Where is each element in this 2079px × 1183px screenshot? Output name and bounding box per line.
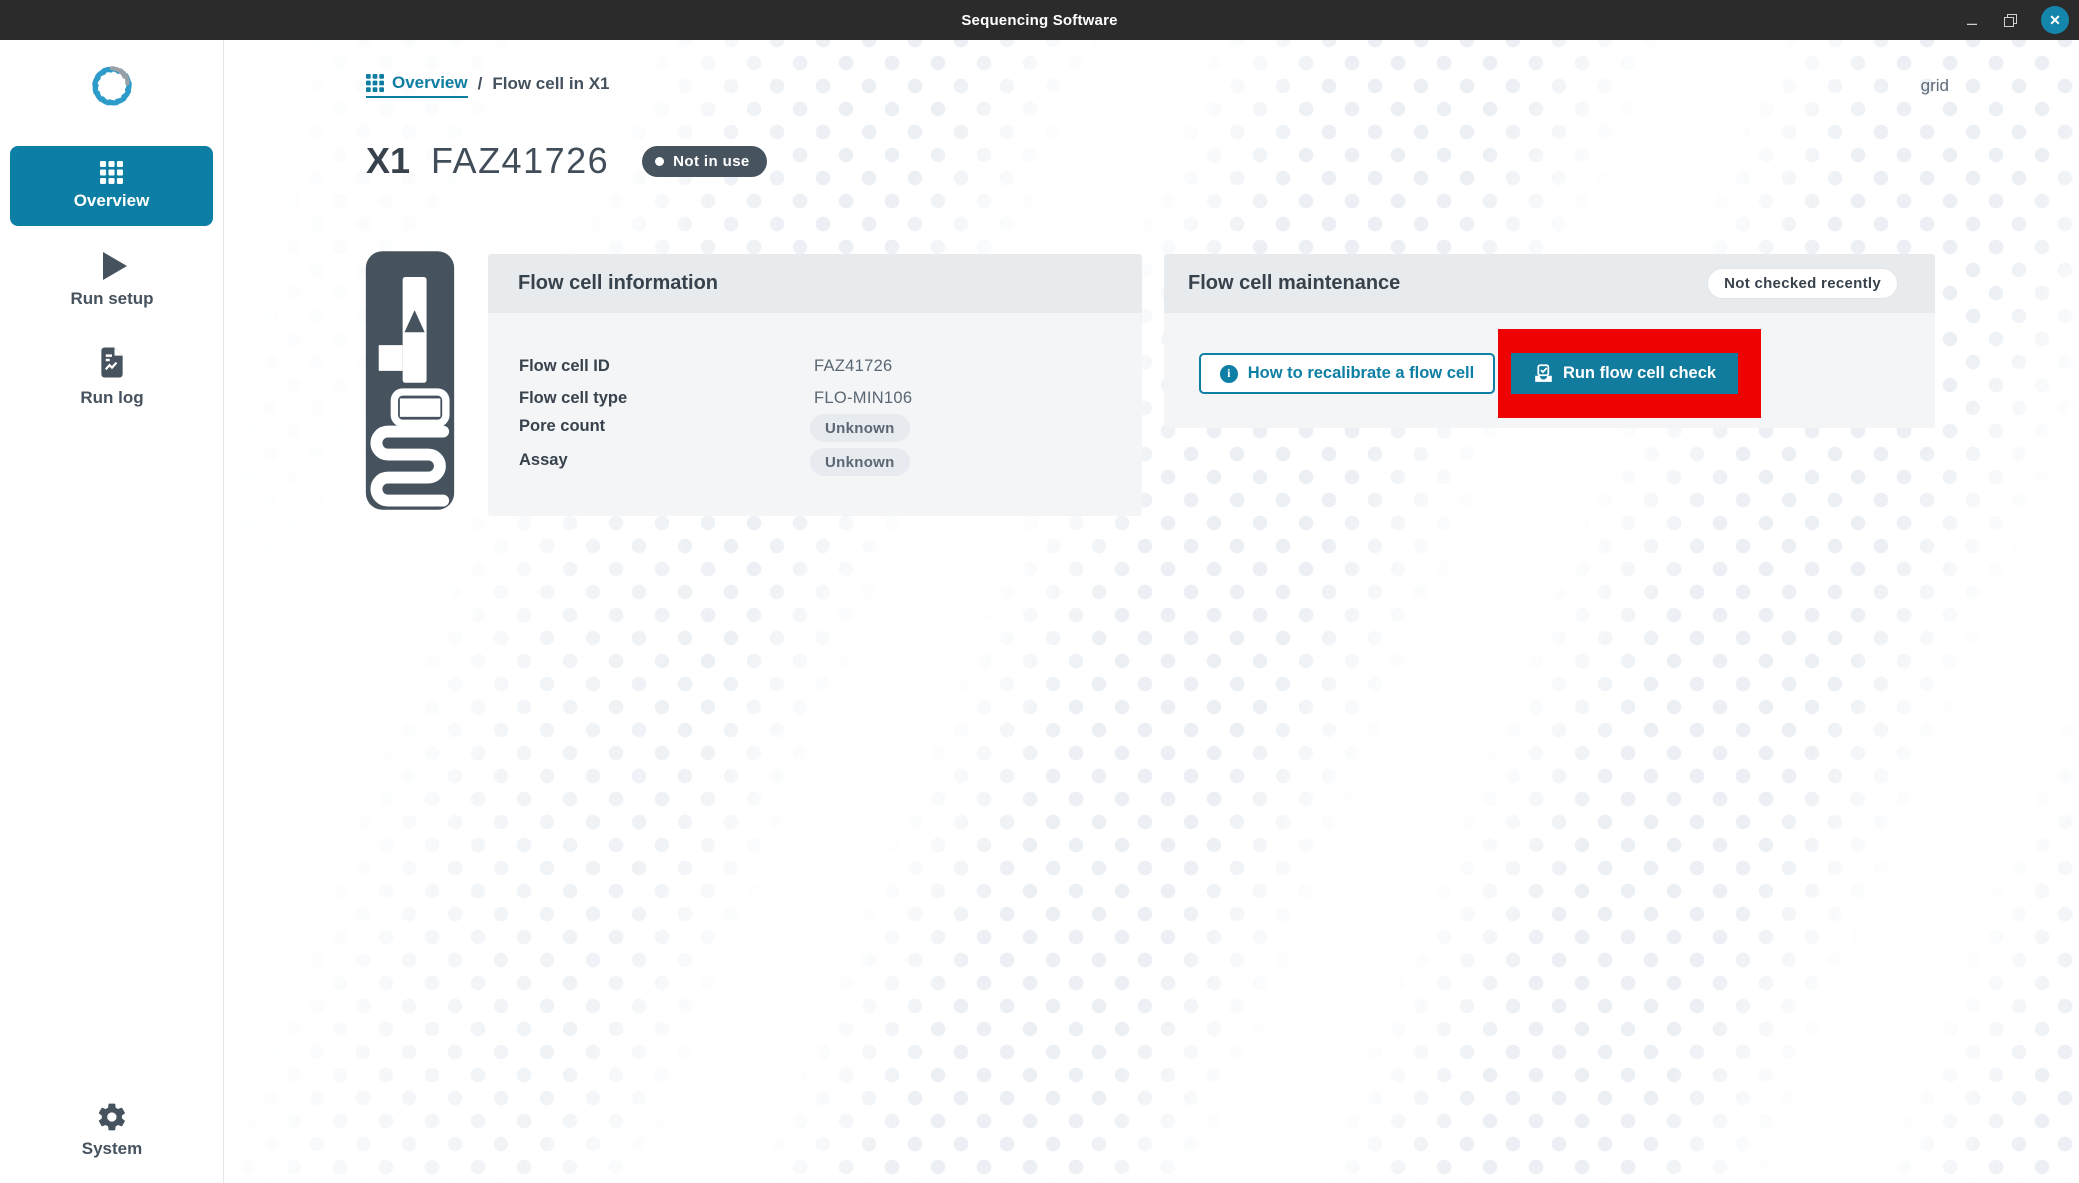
info-value: FLO-MIN106 bbox=[814, 389, 912, 408]
sidebar-item-label: Overview bbox=[74, 191, 150, 211]
window-title: Sequencing Software bbox=[961, 12, 1117, 29]
breadcrumb-overview-link[interactable]: Overview bbox=[366, 73, 468, 98]
how-to-recalibrate-label: How to recalibrate a flow cell bbox=[1248, 364, 1474, 383]
flow-cell-information-panel: Flow cell information Flow cell ID FAZ41… bbox=[488, 254, 1142, 516]
flow-cell-maintenance-panel: Flow cell maintenance Not checked recent… bbox=[1164, 254, 1935, 428]
sidebar-item-run-log[interactable]: Run log bbox=[0, 346, 224, 408]
grid-icon bbox=[100, 161, 123, 184]
run-flow-cell-check-label: Run flow cell check bbox=[1563, 364, 1716, 383]
gear-icon bbox=[96, 1101, 128, 1133]
check-status-badge: Not checked recently bbox=[1707, 268, 1898, 299]
info-row: Pore count Unknown bbox=[488, 414, 1142, 442]
info-label: Pore count bbox=[519, 417, 605, 436]
panel-header: Flow cell maintenance Not checked recent… bbox=[1164, 254, 1935, 313]
panel-title: Flow cell information bbox=[518, 272, 718, 295]
restore-button[interactable] bbox=[2004, 14, 2017, 27]
sidebar: Overview Run setup Run log System bbox=[0, 40, 224, 1183]
breadcrumb-root-label: Overview bbox=[392, 73, 468, 93]
panel-header: Flow cell information bbox=[488, 254, 1142, 313]
info-icon: i bbox=[1220, 365, 1238, 383]
grid-icon bbox=[366, 74, 384, 92]
host-label: grid bbox=[1921, 76, 1949, 96]
info-row: Assay Unknown bbox=[488, 448, 1142, 476]
info-label: Flow cell type bbox=[519, 389, 627, 408]
close-button[interactable]: ✕ bbox=[2041, 6, 2069, 34]
sidebar-item-label: System bbox=[82, 1139, 142, 1159]
how-to-recalibrate-button[interactable]: i How to recalibrate a flow cell bbox=[1199, 353, 1495, 394]
status-badge-label: Not in use bbox=[673, 153, 750, 170]
sidebar-item-label: Run setup bbox=[70, 289, 153, 309]
app-window: Sequencing Software – ✕ bbox=[0, 0, 2079, 1183]
run-flow-cell-check-button[interactable]: Run flow cell check bbox=[1511, 353, 1738, 394]
info-label: Assay bbox=[519, 451, 568, 470]
status-dot-icon bbox=[655, 157, 664, 166]
unknown-badge: Unknown bbox=[810, 414, 910, 442]
breadcrumb-current: Flow cell in X1 bbox=[492, 74, 609, 97]
breadcrumb: Overview / Flow cell in X1 bbox=[366, 73, 609, 98]
info-row: Flow cell type FLO-MIN106 bbox=[488, 386, 1142, 414]
checklist-tray-icon bbox=[1533, 363, 1554, 384]
titlebar: Sequencing Software – ✕ bbox=[0, 0, 2079, 40]
sidebar-item-label: Run log bbox=[80, 388, 143, 408]
panel-title: Flow cell maintenance bbox=[1188, 272, 1400, 295]
minimize-button[interactable]: – bbox=[1964, 12, 1980, 28]
sidebar-item-overview[interactable]: Overview bbox=[10, 146, 213, 226]
document-icon bbox=[97, 346, 127, 379]
sidebar-item-system[interactable]: System bbox=[0, 1101, 224, 1159]
red-highlight-annotation: Run flow cell check bbox=[1498, 329, 1761, 418]
window-controls: – ✕ bbox=[1964, 0, 2069, 40]
play-icon bbox=[103, 252, 127, 280]
sidebar-item-run-setup[interactable]: Run setup bbox=[0, 252, 224, 309]
unknown-badge: Unknown bbox=[810, 448, 910, 476]
app-logo-swirl-icon bbox=[80, 54, 144, 118]
flow-cell-icon bbox=[364, 249, 456, 512]
flow-cell-id-heading: FAZ41726 bbox=[431, 140, 609, 182]
breadcrumb-separator: / bbox=[478, 74, 483, 97]
position-label: X1 bbox=[366, 140, 410, 182]
info-value: FAZ41726 bbox=[814, 357, 893, 376]
info-label: Flow cell ID bbox=[519, 357, 610, 376]
info-row: Flow cell ID FAZ41726 bbox=[488, 354, 1142, 382]
main-content: Overview / Flow cell in X1 grid X1 FAZ41… bbox=[225, 40, 2079, 1183]
page-header: X1 FAZ41726 Not in use bbox=[366, 140, 767, 182]
status-badge: Not in use bbox=[642, 146, 767, 177]
